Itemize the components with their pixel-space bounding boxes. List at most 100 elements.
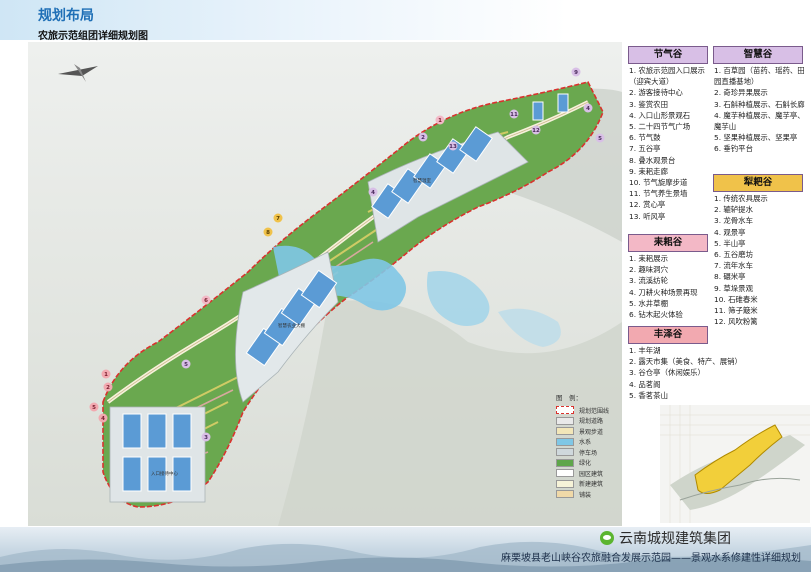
list-item: 3. 流溪纺轮 [629, 276, 668, 286]
list-item: 5. 坚果种植展示、坚果亭 [714, 133, 798, 143]
list-item: 11. 节气养生景墙 [629, 189, 688, 199]
list-item: 2. 趣味洞穴 [629, 265, 668, 275]
list-item: 12. 赏心亭 [629, 200, 666, 210]
svg-text:5: 5 [598, 136, 602, 142]
legend-swatch [556, 479, 574, 488]
legend-item: 停车场 [556, 447, 626, 458]
svg-text:5: 5 [184, 362, 188, 368]
list-item: 5. 二十四节气广场 [629, 122, 691, 132]
legend-swatch [556, 458, 574, 467]
list-item: 9. 草垛景观 [714, 283, 753, 293]
list-item: 3. 鉴赏农田 [629, 99, 668, 109]
list-item: 8. 叠水观景台 [629, 155, 676, 165]
list-item: 5. 水井草棚 [629, 298, 668, 308]
svg-text:4: 4 [101, 416, 105, 422]
list-item: 6. 节气鼓 [629, 133, 661, 143]
legend-title: 图 例： [556, 394, 582, 402]
svg-text:12: 12 [532, 128, 540, 134]
svg-text:13: 13 [449, 144, 457, 150]
legend-label: 铺装 [579, 491, 592, 499]
list-item: 9. 耒耜走廊 [629, 166, 668, 176]
list-item: 1. 丰年湖 [629, 346, 661, 355]
page-title: 规划布局 [38, 8, 94, 24]
list-item: 7. 流年水车 [714, 261, 753, 271]
legend-item: 景观步道 [556, 426, 626, 437]
list-item: 4. 刀耕火种场景再现 [629, 287, 698, 297]
list-item: 4. 观景亭 [714, 227, 746, 237]
section-list-leisigu: 1. 耒耜展示 2. 趣味洞穴 3. 流溪纺轮 4. 刀耕火种场景再现 5. 水… [629, 253, 713, 320]
svg-text:5: 5 [92, 405, 96, 411]
list-item: 6. 钻木起火体验 [629, 310, 683, 320]
svg-text:7: 7 [276, 216, 280, 222]
legend-label: 景观步道 [579, 428, 604, 436]
section-header-lijiagu: 犁耙谷 [713, 174, 803, 192]
legend-item: 规划范围线 [556, 405, 626, 416]
list-item: 10. 节气旋摩步道 [629, 178, 688, 188]
list-item: 1. 耒耜展示 [629, 254, 668, 263]
list-item: 1. 传统农具展示 [714, 194, 768, 203]
section-header-zhihuigu: 智慧谷 [713, 46, 803, 64]
legend-swatch [556, 416, 574, 425]
svg-text:2: 2 [106, 385, 110, 391]
legend-swatch [556, 490, 574, 499]
svg-text:1: 1 [104, 372, 108, 378]
footer-caption: 麻栗坡县老山峡谷农旅融合发展示范园——景观水系修建性详细规划 [501, 553, 801, 564]
list-item: 4. 魔芋种植展示、魔芋亭、魔芋山 [714, 110, 805, 132]
list-item: 2. 游客接待中心 [629, 88, 683, 98]
legend-label: 新建建筑 [579, 481, 604, 489]
legend-label: 规划范围线 [579, 407, 610, 415]
building-label-1: 入口接待中心 [151, 470, 178, 477]
location-inset-map [660, 405, 810, 523]
section-header-fengzegu: 丰泽谷 [628, 326, 708, 344]
legend-swatch [556, 406, 574, 415]
plan-drawing: 入口接待中心 智慧农业大棚 智慧温室 1 2 5 4 6 3 5 8 7 4 2… [28, 42, 622, 526]
list-item: 3. 谷仓亭（休闲娱乐） [629, 368, 705, 378]
list-item: 1. 农旅示范园入口展示（迎宾大道） [629, 66, 705, 87]
legend-item: 铺装 [556, 489, 626, 500]
wechat-watermark: 云南城规建筑集团 [600, 528, 731, 548]
legend-label: 绿化 [579, 460, 592, 468]
list-item: 5. 香茗茶山 [629, 390, 668, 400]
legend-label: 园区建筑 [579, 470, 604, 478]
list-item: 12. 风吹粉篱 [714, 317, 758, 327]
section-list-jieqigu: 1. 农旅示范园入口展示（迎宾大道） 2. 游客接待中心 3. 鉴赏农田 4. … [629, 65, 713, 222]
section-header-leisigu: 耒耜谷 [628, 234, 708, 252]
list-item: 2. 奇珍异果展示 [714, 88, 768, 98]
watermark-text: 云南城规建筑集团 [619, 531, 731, 547]
svg-text:4: 4 [586, 106, 590, 112]
legend-label: 停车场 [579, 449, 598, 457]
list-item: 5. 半山亭 [714, 238, 746, 248]
legend-swatch [556, 448, 574, 457]
legend-label: 规划道路 [579, 418, 604, 426]
list-item: 13. 听风亭 [629, 211, 666, 221]
page-subtitle: 农旅示范组团详细规划图 [38, 31, 148, 42]
section-list-fengzegu: 1. 丰年湖 2. 露天市集（美食、特产、展销） 3. 谷仓亭（休闲娱乐） 4.… [629, 345, 749, 401]
legend-item: 园区建筑 [556, 468, 626, 479]
svg-text:11: 11 [510, 112, 518, 118]
list-item: 2. 辘轳提水 [714, 205, 753, 215]
building-label-2: 智慧农业大棚 [278, 322, 305, 329]
svg-text:4: 4 [371, 190, 375, 196]
list-item: 6. 垂钓平台 [714, 144, 753, 154]
list-item: 4. 入口山形景观石 [629, 110, 691, 120]
list-item: 2. 露天市集（美食、特产、展销） [629, 357, 742, 367]
list-item: 6. 五谷磨坊 [714, 250, 753, 260]
legend-swatch [556, 427, 574, 436]
list-item: 3. 龙骨水车 [714, 216, 753, 226]
svg-text:6: 6 [204, 298, 208, 304]
section-header-jieqigu: 节气谷 [628, 46, 708, 64]
legend-item: 绿化 [556, 458, 626, 469]
legend-swatch [556, 437, 574, 446]
list-item: 7. 五谷亭 [629, 144, 661, 154]
inset-drawing [660, 405, 810, 523]
map-legend: 图 例： 规划范围线 规划道路 景观步道 水系 停车场 绿化 园区建筑 新建建筑… [556, 392, 626, 512]
legend-item: 新建建筑 [556, 479, 626, 490]
list-item: 11. 筛子簸米 [714, 306, 758, 316]
svg-text:3: 3 [204, 435, 208, 441]
legend-swatch [556, 469, 574, 478]
svg-text:2: 2 [421, 135, 425, 141]
building-label-3: 智慧温室 [413, 177, 431, 184]
legend-label: 水系 [579, 439, 592, 447]
svg-text:8: 8 [266, 230, 270, 236]
list-item: 4. 品茗阁 [629, 379, 661, 389]
